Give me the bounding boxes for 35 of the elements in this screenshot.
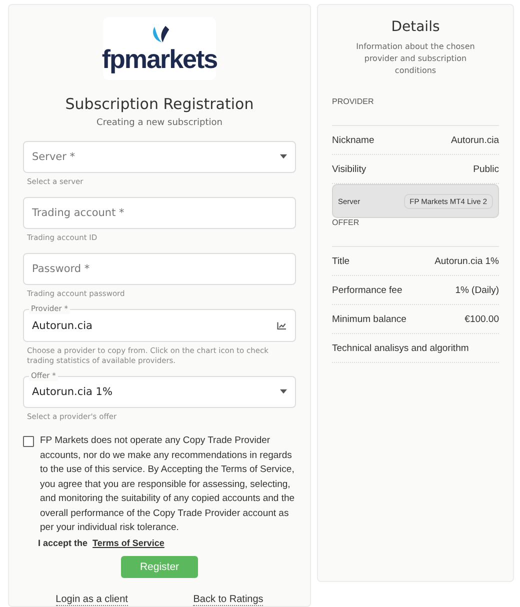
footer-link[interactable]: Login as a client bbox=[56, 594, 128, 606]
input-field[interactable]: Server * bbox=[23, 140, 296, 173]
field-placeholder: Trading account * bbox=[32, 206, 124, 219]
caret-icon bbox=[280, 389, 287, 394]
detail-note: Technical analisys and algorithm bbox=[332, 342, 469, 354]
field-value: Autorun.cia 1% bbox=[32, 386, 112, 398]
logo-text: fpmarkets bbox=[102, 46, 218, 72]
section-heading: OFFER bbox=[332, 218, 360, 227]
form-subtitle: Creating a new subscription bbox=[96, 118, 224, 128]
details-title: Details bbox=[390, 19, 441, 35]
field-placeholder: Server * bbox=[32, 150, 76, 163]
terms-link[interactable]: Terms of Service bbox=[92, 538, 164, 548]
detail-label: Performance fee bbox=[332, 284, 402, 296]
field-placeholder: Password * bbox=[32, 263, 90, 276]
caret-icon bbox=[280, 154, 287, 160]
field-value: Autorun.cia bbox=[32, 320, 92, 332]
detail-label: Visibility bbox=[332, 164, 366, 174]
detail-label: Nickname bbox=[332, 134, 374, 146]
detail-value: Public bbox=[473, 164, 499, 174]
details-subtitle: Information about the chosen provider and subscription conditions bbox=[355, 41, 476, 77]
accept-label: I accept the bbox=[38, 538, 88, 548]
footer-link[interactable]: Back to Ratings bbox=[193, 594, 264, 606]
checkbox[interactable] bbox=[23, 436, 34, 448]
disclaimer-text: FP Markets does not operate any Copy Trade Provider accounts, nor do we make any recommendations in regards to the use of this service. By Accepting the Terms of Service, you agree that you are responsible for assessing, selecting, and monitoring the suitability of any copied accounts and the overall performance of the Copy Trade Provider account as per your individual risk tolerance. bbox=[40, 434, 296, 536]
detail-value: €100.00 bbox=[464, 314, 499, 324]
form-title: Subscription Registration bbox=[64, 94, 255, 113]
detail-value: Autorun.cia bbox=[450, 134, 499, 146]
chart-icon[interactable] bbox=[277, 322, 286, 330]
input-field[interactable]: Trading account * bbox=[23, 196, 296, 230]
detail-label: Title bbox=[332, 256, 350, 266]
detail-value: 1% (Daily) bbox=[455, 284, 499, 296]
section-heading: PROVIDER bbox=[332, 97, 374, 106]
detail-label: Minimum balance bbox=[332, 314, 406, 324]
input-field[interactable]: Password * bbox=[23, 253, 296, 286]
detail-value: Autorun.cia 1% bbox=[434, 256, 499, 266]
